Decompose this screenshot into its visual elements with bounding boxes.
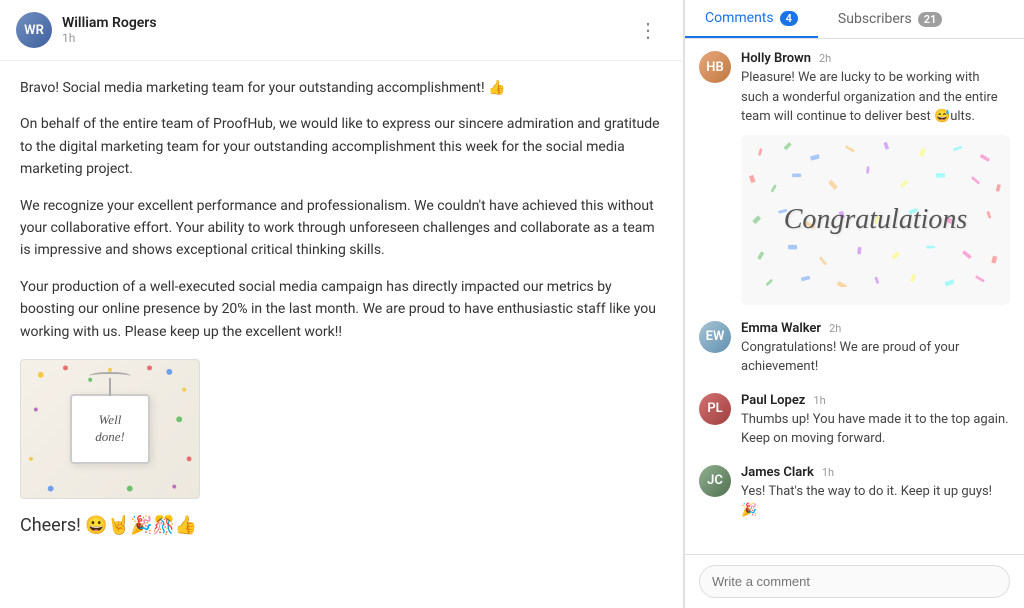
post-time: 1h: [62, 31, 630, 45]
post-content: Bravo! Social media marketing team for y…: [0, 61, 683, 359]
comment-input[interactable]: [699, 565, 1010, 598]
sign-decoration: Welldone!: [70, 394, 150, 464]
comment-author-row: James Clark 1h: [741, 465, 1010, 480]
post-title: Bravo! Social media marketing team for y…: [20, 77, 663, 99]
more-options-button[interactable]: ⋮: [630, 14, 667, 46]
subscribers-badge: 21: [918, 12, 943, 27]
comment-time: 1h: [822, 466, 834, 479]
tabs-bar: Comments 4 Subscribers 21: [685, 0, 1024, 39]
comment-body: James Clark 1h Yes! That's the way to do i…: [741, 465, 1010, 521]
comment-avatar: PL: [699, 393, 731, 425]
well-done-image: Welldone!: [20, 359, 200, 499]
tab-subscribers[interactable]: Subscribers 21: [818, 0, 962, 38]
comment-avatar: HB: [699, 51, 731, 83]
comments-list: HB Holly Brown 2h Pleasure! We are lucky to…: [685, 39, 1024, 554]
avatar-initials: PL: [699, 393, 731, 425]
sign-text: Welldone!: [95, 412, 125, 446]
comment-author: Emma Walker: [741, 321, 821, 336]
comment-time: 1h: [813, 394, 825, 407]
post-paragraph-2: We recognize your excellent performance …: [20, 195, 663, 262]
avatar-initials: HB: [699, 51, 731, 83]
author-name: William Rogers: [62, 15, 630, 31]
comment-item: JC James Clark 1h Yes! That's the way to do…: [699, 465, 1010, 521]
comment-text: Yes! That's the way to do it. Keep it up…: [741, 482, 1010, 521]
comment-author: James Clark: [741, 465, 814, 480]
comment-input-area: [685, 554, 1024, 608]
post-image-container: Welldone!: [0, 359, 683, 515]
comment-author-row: Paul Lopez 1h: [741, 393, 1010, 408]
tab-comments[interactable]: Comments 4: [685, 0, 818, 38]
author-avatar: WR: [16, 12, 52, 48]
comment-body: Paul Lopez 1h Thumbs up! You have made it …: [741, 393, 1010, 449]
comment-text: Pleasure! We are lucky to be working wit…: [741, 68, 1010, 127]
comments-badge: 4: [780, 11, 798, 26]
comment-text: Congratulations! We are proud of your ac…: [741, 338, 1010, 377]
post-footer: Cheers! 😀🤘🎉🎊👍: [0, 515, 683, 552]
post-panel: WR William Rogers 1h ⋮ Bravo! Social med…: [0, 0, 684, 608]
post-paragraph-3: Your production of a well-executed socia…: [20, 276, 663, 343]
avatar-initials: JC: [699, 465, 731, 497]
comment-body: Holly Brown 2h Pleasure! We are lucky to b…: [741, 51, 1010, 305]
comment-item: EW Emma Walker 2h Congratulations! We are p…: [699, 321, 1010, 377]
author-initials: WR: [16, 12, 52, 48]
congratulations-image: Congratulations: [741, 135, 1010, 305]
comment-avatar: JC: [699, 465, 731, 497]
avatar-initials: EW: [699, 321, 731, 353]
right-panel: Comments 4 Subscribers 21 HB Holly Brown 2…: [684, 0, 1024, 608]
congratulations-text: Congratulations: [784, 204, 968, 236]
comment-author-row: Emma Walker 2h: [741, 321, 1010, 336]
comment-author: Holly Brown: [741, 51, 811, 66]
comment-item: PL Paul Lopez 1h Thumbs up! You have made i…: [699, 393, 1010, 449]
comment-item: HB Holly Brown 2h Pleasure! We are lucky to…: [699, 51, 1010, 305]
comment-time: 2h: [829, 322, 841, 335]
comment-avatar: EW: [699, 321, 731, 353]
tab-comments-label: Comments: [705, 10, 774, 26]
tab-subscribers-label: Subscribers: [838, 11, 912, 27]
author-info: William Rogers 1h: [62, 15, 630, 45]
post-paragraph-1: On behalf of the entire team of ProofHub…: [20, 113, 663, 180]
post-header: WR William Rogers 1h ⋮: [0, 0, 683, 61]
comment-author-row: Holly Brown 2h: [741, 51, 1010, 66]
comment-time: 2h: [819, 52, 831, 65]
comment-text: Thumbs up! You have made it to the top a…: [741, 410, 1010, 449]
comment-author: Paul Lopez: [741, 393, 805, 408]
comment-body: Emma Walker 2h Congratulations! We are pro…: [741, 321, 1010, 377]
